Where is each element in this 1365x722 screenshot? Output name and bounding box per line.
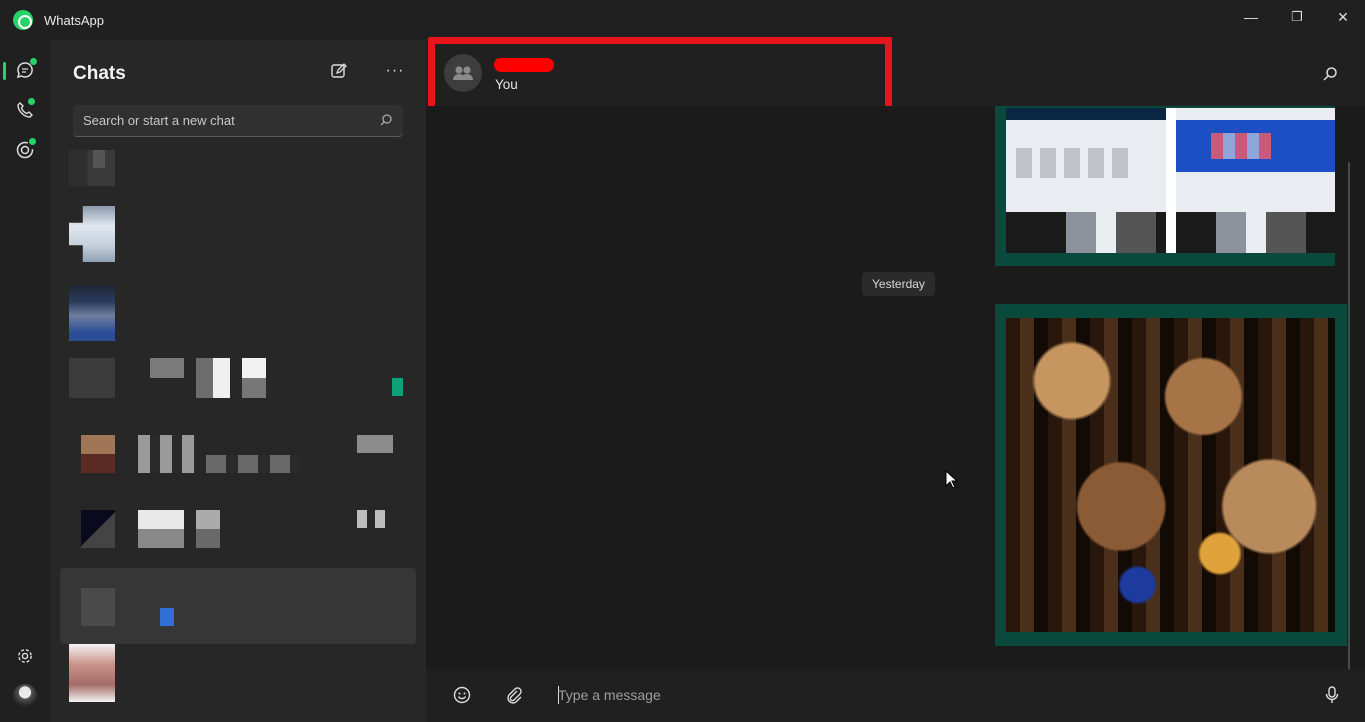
calls-nav-button[interactable]	[10, 95, 40, 125]
search-input[interactable]	[73, 105, 373, 136]
list-item[interactable]	[60, 644, 415, 720]
nav-rail	[0, 40, 50, 722]
chat-list-panel: Chats ···	[50, 40, 426, 722]
scrollbar[interactable]	[1348, 162, 1350, 722]
search-icon	[380, 114, 392, 126]
whatsapp-window: WhatsApp — ❐ ✕ Chats ··· Search or start…	[0, 0, 1365, 722]
avatar	[69, 644, 115, 702]
image-pixels	[1166, 108, 1176, 253]
avatar	[13, 684, 37, 708]
list-item[interactable]	[60, 285, 415, 361]
calls-dot	[28, 98, 35, 105]
avatar	[69, 150, 115, 186]
time-pixels	[357, 435, 393, 453]
app-name: WhatsApp	[44, 13, 104, 28]
message-area: Yesterday	[426, 106, 1365, 722]
microphone-icon[interactable]	[1322, 685, 1342, 705]
list-item[interactable]	[60, 206, 415, 282]
status-nav-button[interactable]	[10, 135, 40, 165]
chats-heading: Chats	[73, 63, 126, 84]
image-message[interactable]	[995, 304, 1347, 646]
avatar	[81, 435, 115, 473]
close-button[interactable]: ✕	[1328, 6, 1358, 28]
name-pixels	[138, 435, 196, 473]
name-pixels	[138, 510, 184, 548]
name-pixels	[150, 358, 184, 378]
title-bar: WhatsApp — ❐ ✕	[0, 0, 1365, 40]
image-pixels	[1211, 133, 1271, 159]
avatar	[81, 588, 115, 626]
status-dot	[29, 138, 36, 145]
name-pixels	[196, 510, 220, 548]
avatar-pixel	[93, 150, 105, 168]
compose-icon	[331, 63, 347, 78]
message-composer	[426, 669, 1365, 722]
avatar	[69, 206, 115, 262]
gear-icon	[18, 649, 32, 663]
attach-icon[interactable]	[504, 685, 524, 705]
active-indicator	[3, 62, 6, 80]
name-pixels	[242, 358, 266, 398]
maximize-button[interactable]: ❐	[1282, 6, 1312, 28]
image-pixels	[1006, 108, 1166, 120]
image-message[interactable]	[995, 106, 1335, 266]
mouse-pointer-icon	[945, 470, 959, 489]
image-thumbnail	[1006, 108, 1335, 253]
unread-badge	[392, 378, 403, 396]
time-pixels	[357, 510, 393, 528]
new-chat-button[interactable]	[330, 62, 352, 84]
minimize-button[interactable]: —	[1236, 6, 1266, 28]
date-separator: Yesterday	[862, 272, 935, 296]
conversation-pane: My You Yesterday	[426, 37, 1365, 722]
image-thumbnail	[1006, 318, 1335, 632]
image-pixels	[1016, 148, 1136, 178]
name-pixels	[196, 358, 230, 398]
preview-pixels	[206, 455, 300, 473]
avatar	[69, 358, 115, 398]
search-icon[interactable]	[1322, 66, 1338, 82]
list-item[interactable]	[60, 358, 415, 434]
avatar	[69, 285, 115, 341]
list-item-selected[interactable]	[60, 568, 416, 644]
search-box	[73, 105, 403, 137]
profile-button[interactable]	[10, 681, 40, 711]
settings-button[interactable]	[10, 641, 40, 671]
chats-nav-button[interactable]	[10, 55, 40, 85]
message-input[interactable]	[558, 683, 1298, 707]
more-options-button[interactable]: ···	[384, 62, 406, 84]
list-item[interactable]	[60, 435, 415, 511]
avatar	[81, 510, 115, 548]
emoji-icon[interactable]	[452, 685, 472, 705]
whatsapp-logo-icon	[13, 10, 33, 30]
preview-pixels	[160, 608, 174, 626]
unread-dot	[30, 58, 37, 65]
